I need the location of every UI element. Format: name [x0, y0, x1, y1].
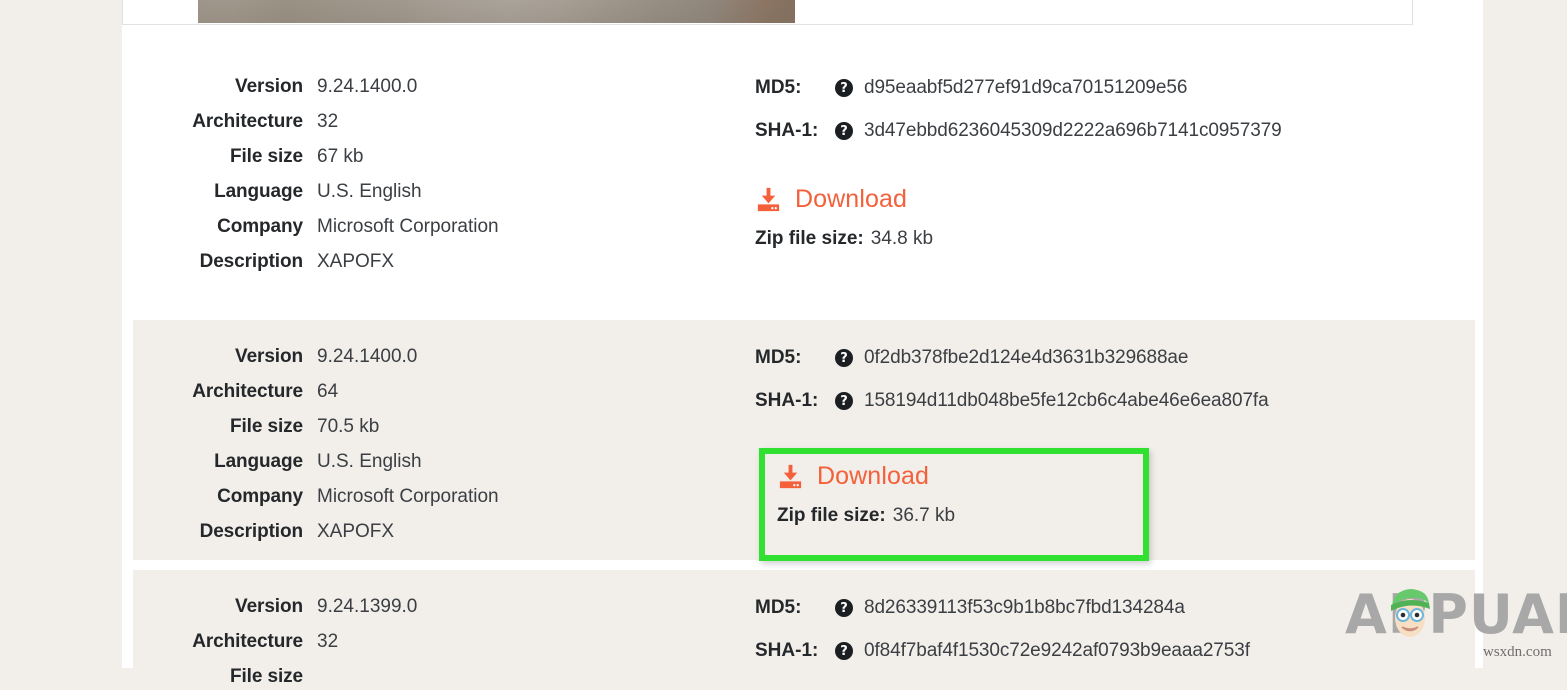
spec-label-description: Description — [199, 521, 304, 542]
sha1-value: 0f84f7baf4f1530c72e9242af0793b9eaaa2753f — [864, 640, 1250, 661]
source-watermark: wsxdn.com — [1483, 644, 1552, 660]
spec-label-version: Version — [235, 596, 303, 617]
spec-value-architecture: 32 — [317, 111, 339, 132]
download-area: Download Zip file size: 36.7 kb — [777, 462, 955, 527]
spec-label-description: Description — [199, 251, 304, 272]
spec-value-description: XAPOFX — [317, 521, 395, 542]
spec-description: Description XAPOFX — [153, 251, 723, 273]
sha1-line: SHA-1: ? 3d47ebbd6236045309d2222a696b714… — [755, 119, 1475, 143]
spec-file-size: File size 67 kb — [153, 146, 723, 168]
spec-value-version: 9.24.1399.0 — [317, 596, 418, 617]
md5-label: MD5: — [755, 597, 802, 618]
zip-size-value: 34.8 kb — [870, 228, 934, 249]
zip-size-value: 36.7 kb — [892, 505, 956, 526]
md5-line: MD5: ? d95eaabf5d277ef91d9ca70151209e56 — [755, 76, 1475, 100]
spec-version: Version 9.24.1400.0 — [153, 76, 723, 98]
sha1-value: 158194d11db048be5fe12cb6c4abe46e6ea807fa — [864, 390, 1269, 411]
sha1-line: SHA-1: ? 0f84f7baf4f1530c72e9242af0793b9… — [755, 639, 1475, 663]
help-icon[interactable]: ? — [835, 122, 853, 140]
row-specs: Version 9.24.1400.0 Architecture 32 File… — [133, 76, 723, 273]
spec-value-language: U.S. English — [317, 181, 422, 202]
dll-version-list: Version 9.24.1400.0 Architecture 32 File… — [133, 50, 1475, 690]
md5-value: d95eaabf5d277ef91d9ca70151209e56 — [864, 77, 1188, 98]
download-button[interactable]: Download — [755, 185, 907, 214]
spec-value-language: U.S. English — [317, 451, 422, 472]
spec-label-file-size: File size — [229, 416, 303, 437]
spec-version: Version 9.24.1400.0 — [153, 346, 723, 368]
spec-language: Language U.S. English — [153, 451, 723, 473]
page-root: Version 9.24.1400.0 Architecture 32 File… — [0, 0, 1567, 690]
spec-description: Description XAPOFX — [153, 521, 723, 543]
help-icon[interactable]: ? — [835, 642, 853, 660]
zip-size-label: Zip file size: — [755, 228, 864, 249]
spec-label-architecture: Architecture — [192, 381, 303, 402]
spec-version: Version 9.24.1399.0 — [153, 596, 723, 618]
download-button[interactable]: Download — [777, 462, 929, 491]
spec-value-file-size: 70.5 kb — [317, 416, 380, 437]
spec-file-size: File size 70.5 kb — [153, 416, 723, 438]
md5-label: MD5: — [755, 347, 802, 368]
row-separator — [133, 560, 1475, 570]
row-hashes: MD5: ? d95eaabf5d277ef91d9ca70151209e56 … — [723, 76, 1475, 250]
spec-value-company: Microsoft Corporation — [317, 216, 499, 237]
interior-room-photo — [198, 0, 795, 23]
download-icon — [755, 186, 782, 213]
spec-label-company: Company — [217, 486, 303, 507]
sha1-label: SHA-1: — [755, 640, 819, 661]
spec-company: Company Microsoft Corporation — [153, 216, 723, 238]
spec-label-architecture: Architecture — [192, 631, 303, 652]
help-icon[interactable]: ? — [835, 392, 853, 410]
advertisement-banner[interactable] — [122, 0, 1413, 25]
sha1-line: SHA-1: ? 158194d11db048be5fe12cb6c4abe46… — [755, 389, 1475, 413]
spec-value-file-size: 67 kb — [317, 146, 364, 167]
spec-label-company: Company — [217, 216, 303, 237]
md5-line: MD5: ? 8d26339113f53c9b1b8bc7fbd134284a — [755, 596, 1475, 620]
download-label: Download — [817, 462, 929, 490]
spec-architecture: Architecture 32 — [153, 631, 723, 653]
photo-floor-gradient — [198, 0, 795, 23]
spec-company: Company Microsoft Corporation — [153, 486, 723, 508]
sha1-label: SHA-1: — [755, 390, 819, 411]
spec-value-company: Microsoft Corporation — [317, 486, 499, 507]
zip-size-line: Zip file size: 36.7 kb — [777, 505, 955, 527]
download-label: Download — [795, 185, 907, 213]
spec-value-architecture: 64 — [317, 381, 339, 402]
row-hashes: MD5: ? 8d26339113f53c9b1b8bc7fbd134284a … — [723, 596, 1475, 682]
download-icon — [777, 463, 804, 490]
download-area: Download Zip file size: 34.8 kb — [755, 185, 933, 250]
spec-label-file-size: File size — [229, 146, 303, 167]
md5-value: 0f2db378fbe2d124e4d3631b329688ae — [864, 347, 1189, 368]
spec-label-version: Version — [235, 76, 303, 97]
help-icon[interactable]: ? — [835, 349, 853, 367]
row-specs: Version 9.24.1399.0 Architecture 32 File… — [133, 596, 723, 688]
table-row[interactable]: Version 9.24.1400.0 Architecture 64 File… — [133, 320, 1475, 560]
md5-value: 8d26339113f53c9b1b8bc7fbd134284a — [864, 597, 1185, 618]
help-icon[interactable]: ? — [835, 79, 853, 97]
row-hashes: MD5: ? 0f2db378fbe2d124e4d3631b329688ae … — [723, 346, 1475, 527]
spec-file-size: File size — [153, 666, 723, 688]
advertisement-image[interactable] — [198, 0, 795, 23]
help-icon[interactable]: ? — [835, 599, 853, 617]
spec-value-architecture: 32 — [317, 631, 339, 652]
spec-label-architecture: Architecture — [192, 111, 303, 132]
spec-label-version: Version — [235, 346, 303, 367]
sha1-label: SHA-1: — [755, 120, 819, 141]
spec-label-language: Language — [214, 451, 303, 472]
table-row[interactable]: Version 9.24.1400.0 Architecture 32 File… — [133, 50, 1475, 320]
row-specs: Version 9.24.1400.0 Architecture 64 File… — [133, 346, 723, 543]
table-row[interactable]: Version 9.24.1399.0 Architecture 32 File… — [133, 570, 1475, 690]
spec-value-version: 9.24.1400.0 — [317, 346, 418, 367]
spec-architecture: Architecture 64 — [153, 381, 723, 403]
zip-size-line: Zip file size: 34.8 kb — [755, 228, 933, 250]
md5-line: MD5: ? 0f2db378fbe2d124e4d3631b329688ae — [755, 346, 1475, 370]
spec-value-description: XAPOFX — [317, 251, 395, 272]
zip-size-label: Zip file size: — [777, 505, 886, 526]
spec-label-file-size: File size — [229, 666, 303, 687]
md5-label: MD5: — [755, 77, 802, 98]
spec-architecture: Architecture 32 — [153, 111, 723, 133]
sha1-value: 3d47ebbd6236045309d2222a696b7141c0957379 — [864, 120, 1282, 141]
spec-value-version: 9.24.1400.0 — [317, 76, 418, 97]
spec-label-language: Language — [214, 181, 303, 202]
spec-language: Language U.S. English — [153, 181, 723, 203]
